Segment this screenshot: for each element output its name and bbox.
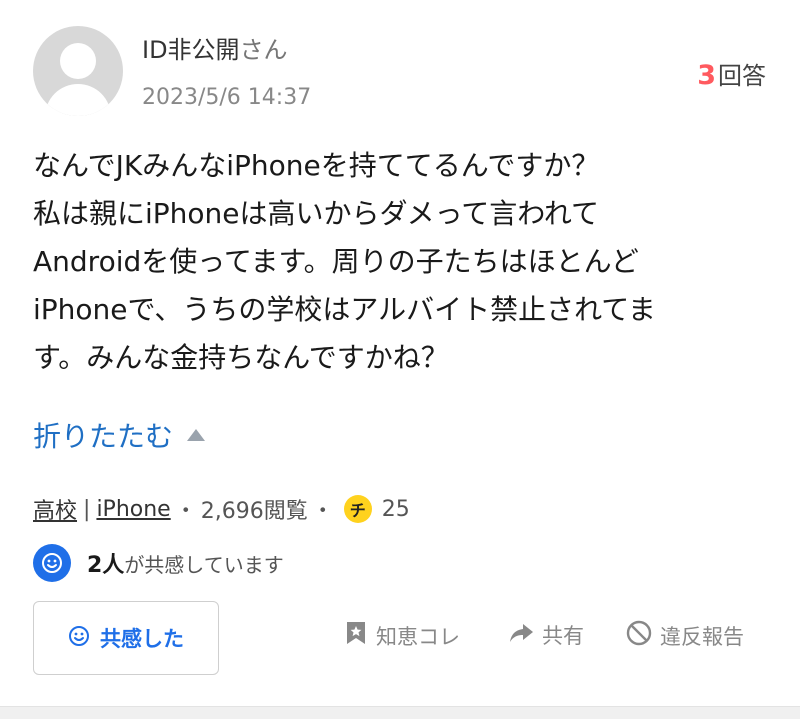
bottom-divider: [0, 706, 800, 719]
meta-dot: ・: [311, 499, 334, 524]
smile-icon: [33, 544, 71, 582]
empathy-button-label: 共感した: [100, 627, 184, 651]
prohibited-icon: [626, 620, 652, 651]
post-date: 2023/5/6 14:37: [142, 85, 312, 110]
collapse-toggle[interactable]: 折りたたむ: [33, 415, 206, 455]
bookmark-icon: [344, 620, 368, 651]
report-button[interactable]: 違反報告: [626, 620, 744, 651]
category-link-iphone[interactable]: iPhone: [96, 497, 170, 522]
user-name[interactable]: ID非公開さん: [142, 30, 288, 65]
share-label: 共有: [542, 624, 584, 648]
view-count: 2,696閲覧: [200, 499, 308, 524]
question-line: す。みんな金持ちなんですかね？: [33, 341, 449, 374]
category-link-highschool[interactable]: 高校: [33, 493, 77, 525]
share-arrow-icon: [508, 622, 534, 649]
question-meta: 高校 | iPhone ・ 2,696閲覧 ・ チ 25: [33, 493, 410, 525]
question-line: iPhoneで、うちの学校はアルバイト禁止されてま: [33, 293, 656, 326]
user-name-suffix: さん: [239, 36, 288, 64]
question-line: Androidを使ってます。周りの子たちはほとんど: [33, 245, 639, 278]
question-line: なんでJKみんなiPhoneを持ててるんですか？: [33, 149, 600, 182]
report-label: 違反報告: [660, 624, 744, 649]
answer-count-number: 3: [697, 60, 716, 91]
coin-icon: チ: [343, 495, 372, 523]
caret-up-icon: [187, 429, 206, 441]
share-button[interactable]: 共有: [508, 620, 584, 650]
collapse-label: 折りたたむ: [33, 420, 174, 453]
user-name-text: ID非公開: [142, 36, 240, 64]
empathy-label: が共感しています: [124, 553, 284, 577]
answer-count-label: 回答: [718, 62, 766, 90]
meta-separator: |: [83, 496, 91, 522]
chiekore-button[interactable]: 知恵コレ: [344, 620, 460, 651]
smile-icon: [68, 625, 90, 651]
avatar[interactable]: [33, 26, 123, 116]
empathy-text: 2人が共感しています: [87, 547, 284, 579]
empathy-button[interactable]: 共感した: [33, 601, 219, 675]
avatar-body-shape: [45, 84, 111, 116]
question-body: なんでJKみんなiPhoneを持ててるんですか？ 私は親にiPhoneは高いから…: [33, 142, 773, 382]
chiekore-label: 知恵コレ: [376, 624, 460, 649]
answer-count[interactable]: 3回答: [697, 56, 766, 91]
question-line: 私は親にiPhoneは高いからダメって言われて: [33, 197, 600, 230]
coin-count: 25: [381, 496, 410, 522]
meta-dot: ・: [174, 499, 197, 524]
empathy-summary: 2人が共感しています: [33, 544, 284, 582]
avatar-head-shape: [60, 43, 96, 79]
empathy-count: 2人: [87, 553, 125, 578]
